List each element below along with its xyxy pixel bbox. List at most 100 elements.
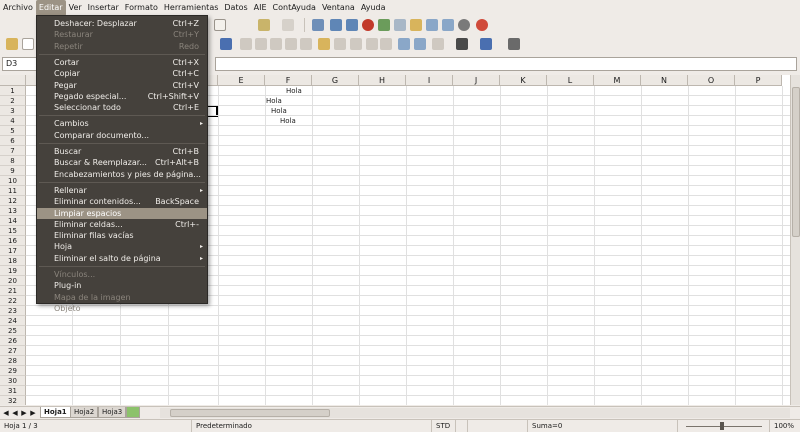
zoom-handle[interactable] — [720, 422, 724, 430]
edit-menu-item[interactable]: Buscar & Reemplazar... Ctrl+Alt+B — [37, 157, 207, 168]
row-header[interactable]: 32 — [0, 396, 26, 405]
column-header[interactable]: P — [735, 75, 782, 86]
row-header[interactable]: 2 — [0, 96, 26, 106]
column-header[interactable]: I — [406, 75, 453, 86]
font-name-box[interactable] — [22, 38, 34, 50]
font-color-icon[interactable] — [220, 38, 232, 50]
digital-signature[interactable] — [468, 420, 528, 432]
zoom-icon[interactable] — [458, 19, 470, 31]
decrease-indent-icon[interactable] — [398, 38, 410, 50]
record-icon[interactable] — [362, 19, 374, 31]
edit-menu-item[interactable]: Copiar Ctrl+C — [37, 68, 207, 79]
redo-icon[interactable] — [282, 19, 294, 31]
menu-datos[interactable]: Datos — [221, 0, 250, 16]
row-header[interactable]: 25 — [0, 326, 26, 336]
row-header[interactable]: 5 — [0, 126, 26, 136]
row-header[interactable]: 18 — [0, 256, 26, 266]
currency-icon[interactable] — [318, 38, 330, 50]
menu-contayuda[interactable]: ContAyuda — [270, 0, 319, 16]
row-header[interactable]: 23 — [0, 306, 26, 316]
row-header[interactable]: 20 — [0, 276, 26, 286]
percent-icon[interactable] — [334, 38, 346, 50]
increase-indent-icon[interactable] — [414, 38, 426, 50]
edit-menu-item[interactable]: Limpiar espacios — [37, 207, 207, 219]
edit-menu-item[interactable]: Hoja ▸ — [37, 241, 207, 252]
edit-menu-item[interactable]: Cambios ▸ — [37, 118, 207, 129]
datasource-icon[interactable] — [442, 19, 454, 31]
row-header[interactable]: 27 — [0, 346, 26, 356]
row-header[interactable]: 10 — [0, 176, 26, 186]
column-header[interactable]: M — [594, 75, 641, 86]
edit-menu-item[interactable]: Pegado especial... Ctrl+Shift+V — [37, 91, 207, 102]
column-header[interactable]: K — [500, 75, 547, 86]
vertical-scrollbar[interactable] — [790, 75, 800, 405]
standard-format-icon[interactable] — [350, 38, 362, 50]
add-decimal-icon[interactable] — [366, 38, 378, 50]
menu-ver[interactable]: Ver — [66, 0, 85, 16]
column-header[interactable]: O — [688, 75, 735, 86]
column-header[interactable]: N — [641, 75, 688, 86]
edit-menu-item[interactable]: Plug-in — [37, 280, 207, 291]
next-sheet-icon[interactable]: ▶ — [20, 408, 28, 418]
row-header[interactable]: 12 — [0, 196, 26, 206]
align-center-icon[interactable] — [255, 38, 267, 50]
tab-hoja2[interactable]: Hoja2 — [70, 407, 99, 418]
horizontal-scroll-thumb[interactable] — [170, 409, 330, 417]
row-header[interactable]: 3 — [0, 106, 26, 116]
menu-ventana[interactable]: Ventana — [319, 0, 358, 16]
edit-menu-item[interactable]: Eliminar filas vacías — [37, 230, 207, 241]
edit-menu-item[interactable]: Rellenar ▸ — [37, 185, 207, 196]
row-header[interactable]: 1 — [0, 86, 26, 96]
edit-menu-item[interactable]: Buscar Ctrl+B — [37, 146, 207, 157]
row-header[interactable]: 14 — [0, 216, 26, 226]
chart-icon[interactable] — [378, 19, 390, 31]
edit-menu-item[interactable]: Cortar Ctrl+X — [37, 57, 207, 68]
formula-input[interactable] — [215, 57, 797, 71]
column-header[interactable]: G — [312, 75, 359, 86]
row-header[interactable]: 7 — [0, 146, 26, 156]
page-style[interactable]: Predeterminado — [192, 420, 432, 432]
row-header[interactable]: 16 — [0, 236, 26, 246]
draw-icon[interactable] — [394, 19, 406, 31]
menu-herramientas[interactable]: Herramientas — [161, 0, 222, 16]
paste-icon[interactable] — [214, 19, 226, 31]
remove-decimal-icon[interactable] — [380, 38, 392, 50]
column-header[interactable]: L — [547, 75, 594, 86]
toggle-grid-icon[interactable] — [508, 38, 520, 50]
merge-cells-icon[interactable] — [300, 38, 312, 50]
navigator-icon[interactable] — [410, 19, 422, 31]
row-header[interactable]: 11 — [0, 186, 26, 196]
row-header[interactable]: 15 — [0, 226, 26, 236]
row-header[interactable]: 13 — [0, 206, 26, 216]
horizontal-scrollbar[interactable] — [160, 408, 790, 418]
column-header[interactable]: E — [218, 75, 265, 86]
align-right-icon[interactable] — [270, 38, 282, 50]
font-color-2-icon[interactable] — [480, 38, 492, 50]
row-header[interactable]: 22 — [0, 296, 26, 306]
row-header[interactable]: 17 — [0, 246, 26, 256]
row-header[interactable]: 6 — [0, 136, 26, 146]
menu-editar[interactable]: Editar — [35, 0, 66, 16]
menu-archivo[interactable]: Archivo — [0, 0, 36, 16]
edit-menu-item[interactable]: Eliminar contenidos... BackSpace — [37, 196, 207, 207]
zoom-slider[interactable] — [678, 420, 770, 432]
help-icon[interactable] — [476, 19, 488, 31]
column-header[interactable]: H — [359, 75, 406, 86]
edit-menu-item[interactable]: Eliminar celdas... Ctrl+- — [37, 219, 207, 230]
row-header[interactable]: 28 — [0, 356, 26, 366]
gallery-icon[interactable] — [426, 19, 438, 31]
undo-icon[interactable] — [258, 19, 270, 31]
column-header[interactable]: F — [265, 75, 312, 86]
tab-hoja1[interactable]: Hoja1 — [40, 407, 71, 418]
align-left-icon[interactable] — [240, 38, 252, 50]
row-header[interactable]: 24 — [0, 316, 26, 326]
edit-menu-item[interactable]: Eliminar el salto de página ▸ — [37, 253, 207, 264]
edit-menu-item[interactable]: Pegar Ctrl+V — [37, 80, 207, 91]
background-color-icon[interactable] — [456, 38, 468, 50]
row-header[interactable]: 19 — [0, 266, 26, 276]
selection-mode[interactable]: STD — [432, 420, 456, 432]
tab-hoja3[interactable]: Hoja3 — [98, 407, 127, 418]
hyperlink-icon[interactable] — [312, 19, 324, 31]
borders-icon[interactable] — [432, 38, 444, 50]
prev-sheet-icon[interactable]: ◀ — [11, 408, 19, 418]
